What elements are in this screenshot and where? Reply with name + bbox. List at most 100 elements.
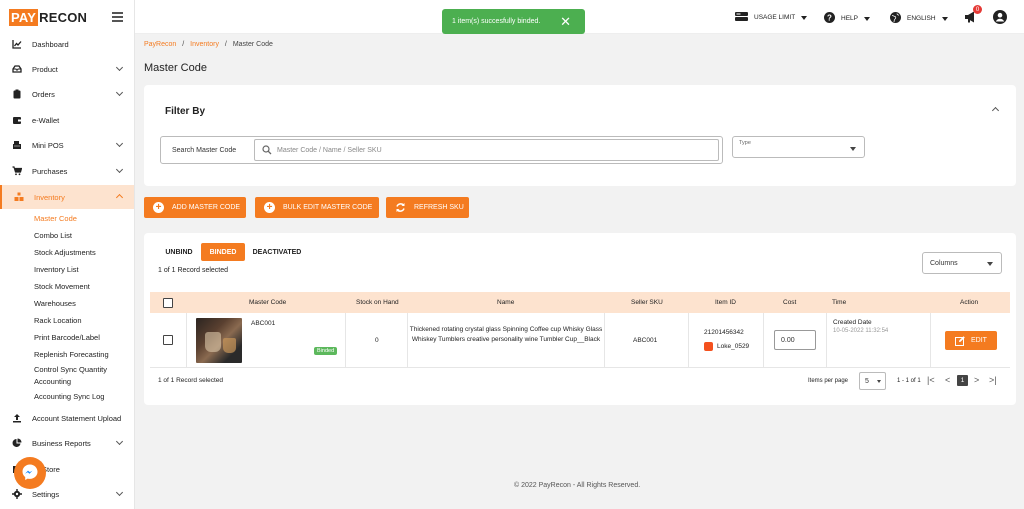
next-page-icon[interactable]: > (974, 375, 979, 385)
last-page-icon[interactable]: >| (989, 375, 997, 385)
notifications-button[interactable]: 0 (965, 5, 982, 25)
sidebar-item-ewallet[interactable]: e-Wallet (0, 108, 134, 132)
column-header-item-id[interactable]: Item ID (715, 299, 736, 306)
usage-limit-label: USAGE LIMIT (754, 14, 796, 21)
chevron-down-icon (115, 63, 124, 72)
column-header-cost[interactable]: Cost (783, 299, 796, 306)
sidebar-sub-master-code[interactable]: Master Code (34, 214, 77, 223)
add-master-code-button[interactable]: + ADD MASTER CODE (144, 197, 246, 218)
caret-down-icon (941, 16, 948, 21)
search-input[interactable]: Master Code / Name / Seller SKU (254, 139, 719, 161)
add-master-code-label: ADD MASTER CODE (172, 204, 241, 211)
breadcrumb-parent[interactable]: Inventory (190, 41, 219, 48)
cost-input[interactable]: 0.00 (774, 330, 816, 350)
sidebar-sub-replenish-forecasting[interactable]: Replenish Forecasting (34, 350, 109, 359)
notification-count-badge: 0 (973, 5, 982, 14)
sidebar-item-product[interactable]: Product (0, 57, 134, 81)
product-name-value: Thickened rotating crystal glass Spinnin… (409, 326, 603, 343)
help-menu[interactable]: ? HELP (824, 12, 870, 25)
time-label: Created Date (833, 319, 872, 326)
filter-title: Filter By (165, 106, 206, 117)
sidebar-item-dashboard[interactable]: Dashboard (0, 32, 134, 56)
sidebar-item-label: Purchases (32, 166, 68, 176)
brand-logo-text: RECON (39, 9, 88, 25)
sidebar-item-orders[interactable]: Orders (0, 82, 134, 106)
page-title: Master Code (144, 62, 207, 74)
pos-icon (12, 140, 22, 150)
tab-deactivated[interactable]: DEACTIVATED (249, 243, 305, 261)
record-count: 1 of 1 Record selected (158, 267, 229, 274)
clipboard-icon (12, 89, 22, 99)
breadcrumb-separator: / (182, 41, 185, 48)
sidebar-item-account-statement-upload[interactable]: Account Statement Upload (0, 406, 134, 430)
current-page-button[interactable]: 1 (957, 375, 968, 386)
brand-logo[interactable]: PAY RECON (0, 0, 134, 34)
caret-down-icon (850, 147, 856, 151)
svg-text:?: ? (827, 13, 832, 22)
user-icon (993, 10, 1007, 26)
sidebar-sub-stock-adjustments[interactable]: Stock Adjustments (34, 248, 96, 257)
sidebar-item-label: Dashboard (32, 39, 69, 49)
tab-binded[interactable]: BINDED (201, 243, 245, 261)
edit-button-label: EDIT (971, 337, 987, 344)
column-header-master-code[interactable]: Master Code (249, 299, 286, 306)
filter-card: Filter By Search Master Code Master Code… (144, 85, 1016, 186)
column-header-name[interactable]: Name (497, 299, 514, 306)
messenger-icon (21, 463, 39, 483)
product-image[interactable] (196, 318, 242, 363)
sidebar-sub-combo-list[interactable]: Combo List (34, 231, 72, 240)
column-header-time[interactable]: Time (832, 299, 846, 306)
refresh-sku-button[interactable]: REFRESH SKU (386, 197, 469, 218)
sidebar-item-purchases[interactable]: Purchases (0, 159, 134, 183)
columns-select[interactable]: Columns (922, 252, 1002, 274)
master-code-value[interactable]: ABC001 (251, 320, 275, 327)
select-all-checkbox[interactable] (163, 298, 173, 308)
chevron-up-icon[interactable] (991, 106, 1000, 115)
search-icon (262, 145, 272, 157)
sidebar-item-inventory[interactable]: Inventory (0, 185, 134, 209)
item-id-value[interactable]: 21201456342 (704, 329, 744, 336)
items-per-page-select[interactable]: 5 (859, 372, 886, 390)
language-menu[interactable]: ENGLISH (890, 12, 948, 25)
usage-limit-menu[interactable]: USAGE LIMIT (735, 12, 808, 23)
user-avatar[interactable] (993, 10, 1007, 26)
sidebar-sub-accounting-sync-log[interactable]: Accounting Sync Log (34, 392, 104, 401)
close-icon[interactable]: ✕ (560, 14, 571, 30)
items-per-page-label: Items per page (808, 378, 849, 384)
menu-toggle-icon[interactable] (112, 12, 123, 24)
edit-icon (955, 335, 965, 346)
sidebar-sub-control-sync-quantity[interactable]: Control Sync Quantity Accounting (34, 365, 107, 386)
cost-input-value: 0.00 (781, 336, 795, 344)
sidebar-sub-rack-location[interactable]: Rack Location (34, 316, 82, 325)
sidebar-item-label: e-Wallet (32, 115, 60, 125)
pie-chart-icon (12, 438, 22, 448)
sidebar-sub-inventory-list[interactable]: Inventory List (34, 265, 79, 274)
bulk-edit-master-code-button[interactable]: + BULK EDIT MASTER CODE (255, 197, 379, 218)
tab-unbind[interactable]: UNBIND (161, 243, 197, 261)
sidebar-sub-warehouses[interactable]: Warehouses (34, 299, 76, 308)
gear-icon (12, 489, 22, 499)
search-placeholder: Master Code / Name / Seller SKU (277, 147, 382, 154)
sidebar-sub-print-barcode[interactable]: Print Barcode/Label (34, 333, 100, 342)
type-select[interactable]: Type (732, 136, 865, 158)
sidebar-sub-stock-movement[interactable]: Stock Movement (34, 282, 90, 291)
store-name-label: Loke_0529 (717, 343, 750, 350)
breadcrumb-root[interactable]: PayRecon (144, 41, 176, 48)
column-header-seller-sku[interactable]: Seller SKU (631, 299, 663, 306)
help-icon: ? (824, 12, 835, 25)
sidebar-sub-label-line2: Accounting (34, 377, 72, 386)
bulk-edit-label: BULK EDIT MASTER CODE (283, 204, 373, 211)
first-page-icon[interactable]: |< (927, 375, 935, 385)
prev-page-icon[interactable]: < (945, 375, 950, 385)
edit-button[interactable]: EDIT (945, 331, 997, 350)
messenger-chat-button[interactable] (14, 457, 46, 489)
row-checkbox[interactable] (163, 335, 173, 345)
type-label: Type (739, 140, 751, 146)
sidebar-item-label: Orders (32, 89, 55, 99)
sidebar-item-business-reports[interactable]: Business Reports (0, 431, 134, 455)
sidebar-item-mini-pos[interactable]: Mini POS (0, 133, 134, 157)
column-header-action[interactable]: Action (960, 299, 978, 306)
sidebar-item-label: Mini POS (32, 140, 64, 150)
column-header-stock-on-hand[interactable]: Stock on Hand (356, 299, 399, 306)
sidebar-sub-label-line1: Control Sync Quantity (34, 365, 107, 374)
